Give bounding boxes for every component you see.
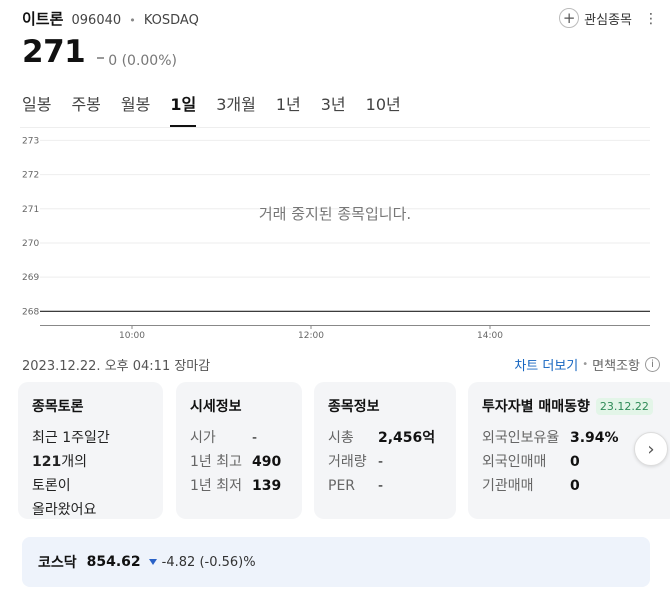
stock-header: 이트론 096040 • KOSDAQ + 관심종목 ⋮ (22, 8, 670, 32)
period-tab[interactable]: 일봉 (22, 88, 51, 127)
chevron-right-icon[interactable]: › (634, 432, 668, 466)
current-price: 271 (22, 34, 86, 70)
chart-more-link[interactable]: 차트 더보기 (514, 355, 578, 374)
info-icon[interactable]: i (645, 356, 660, 372)
plus-icon: + (559, 8, 580, 28)
stock-info-row: PER - (328, 474, 442, 498)
stock-market: KOSDAQ (143, 13, 199, 28)
period-tab[interactable]: 3년 (321, 88, 346, 127)
row-value: 490 (252, 454, 282, 470)
stock-info-row: 거래량 - (328, 450, 442, 474)
x-tick-label: 14:00 (477, 331, 503, 341)
discussion-count-line: 121개의 (32, 450, 149, 474)
discussion-line: 최근 1주일간 (32, 430, 110, 446)
discussion-count: 121 (32, 454, 62, 470)
flat-dash-icon (97, 57, 105, 59)
market-info-row: 시가 - (190, 426, 288, 450)
market-info-row: 1년 최저 139 (190, 474, 288, 498)
info-cards: 종목토론 최근 1주일간 121개의 토론이 올라왔어요 시세정보 시가 - 1년… (18, 382, 670, 519)
stock-name: 이트론 (22, 10, 64, 28)
row-value: 0 (570, 478, 580, 494)
row-value: - (252, 430, 258, 446)
row-value: - (378, 478, 384, 494)
y-tick-label: 273 (22, 136, 39, 146)
index-value: 854.62 (86, 554, 141, 570)
chart-svg: 273 272 271 270 269 268 10:00 12:00 14:00 거래 중지된 … (20, 127, 650, 341)
disclaimer-link[interactable]: 면책조항 (592, 355, 640, 374)
card-title: 시세정보 (190, 399, 242, 415)
row-label: 거래량 (328, 454, 367, 470)
discussion-line: 올라왔어요 (32, 502, 97, 518)
row-label: PER (328, 478, 356, 494)
period-tab[interactable]: 10년 (366, 88, 401, 127)
date-badge: 23.12.22 (595, 397, 653, 415)
triangle-down-icon (148, 559, 157, 565)
add-watchlist-button[interactable]: + 관심종목 (559, 8, 632, 28)
x-tick-label: 10:00 (119, 331, 145, 341)
y-tick-label: 268 (22, 307, 39, 317)
price-change-value: 0 (0.00%) (108, 53, 177, 69)
row-label: 시가 (190, 430, 216, 446)
period-tab[interactable]: 1년 (276, 88, 301, 127)
index-change: -4.82 (-0.56)% (161, 554, 256, 570)
chart-footer: 2023.12.22. 오후 04:11 장마감 차트 더보기 • 면책조항 i (22, 355, 660, 374)
row-label: 외국인매매 (482, 454, 547, 470)
row-value: 2,456억 (378, 430, 436, 446)
price-chart: 273 272 271 270 269 268 10:00 12:00 14:00 거래 중지된 … (0, 127, 670, 347)
stock-code: 096040 (71, 13, 122, 28)
row-label: 1년 최고 (190, 454, 242, 470)
separator-dot: • (129, 14, 136, 27)
discussion-line: 토론이 (32, 478, 71, 494)
market-info-row: 1년 최고 490 (190, 450, 288, 474)
row-value: 3.94% (570, 430, 619, 446)
index-ticker[interactable]: 코스닥 854.62 -4.82 (-0.56)% (22, 537, 650, 587)
period-tab[interactable]: 주봉 (71, 88, 100, 127)
row-label: 외국인보유율 (482, 430, 560, 446)
card-title: 종목토론 (32, 399, 84, 415)
x-tick-label: 12:00 (298, 331, 324, 341)
card-title: 종목정보 (328, 399, 380, 415)
price-row: 271 0 (0.00%) (22, 34, 177, 70)
watchlist-label: 관심종목 (584, 12, 632, 28)
trading-halted-message: 거래 중지된 종목입니다. (259, 205, 411, 223)
row-value: - (378, 454, 384, 470)
index-name: 코스닥 (38, 555, 77, 571)
period-tab[interactable]: 월봉 (121, 88, 150, 127)
row-label: 시총 (328, 430, 354, 446)
stock-info-row: 시총 2,456억 (328, 426, 442, 450)
period-tab[interactable]: 1일 (170, 88, 196, 127)
price-change: 0 (0.00%) (97, 53, 177, 69)
period-tab[interactable]: 3개월 (216, 88, 256, 127)
discussion-card[interactable]: 종목토론 최근 1주일간 121개의 토론이 올라왔어요 (18, 382, 163, 519)
discussion-line: 개의 (61, 454, 87, 470)
card-title: 투자자별 매매동향 23.12.22 (482, 396, 664, 416)
discussion-summary: 최근 1주일간 121개의 토론이 올라왔어요 (32, 426, 149, 522)
card-title-text: 투자자별 매매동향 (482, 399, 590, 415)
y-tick-label: 272 (22, 171, 39, 181)
row-label: 기관매매 (482, 478, 534, 494)
y-tick-label: 271 (22, 205, 39, 215)
investor-row: 기관매매 0 (482, 474, 664, 498)
row-value: 0 (570, 454, 580, 470)
period-tabs: 일봉 주봉 월봉 1일 3개월 1년 3년 10년 (22, 88, 421, 127)
more-vertical-icon[interactable]: ⋮ (642, 11, 660, 27)
row-value: 139 (252, 478, 282, 494)
y-tick-label: 270 (22, 239, 39, 249)
stock-info-card[interactable]: 종목정보 시총 2,456억 거래량 - PER - (314, 382, 456, 519)
y-tick-label: 269 (22, 273, 39, 283)
row-label: 1년 최저 (190, 478, 242, 494)
market-timestamp: 2023.12.22. 오후 04:11 장마감 (22, 358, 211, 374)
separator-dot: • (582, 358, 589, 370)
chart-links: 차트 더보기 • 면책조항 i (514, 355, 660, 374)
market-info-card[interactable]: 시세정보 시가 - 1년 최고 490 1년 최저 139 (176, 382, 302, 519)
